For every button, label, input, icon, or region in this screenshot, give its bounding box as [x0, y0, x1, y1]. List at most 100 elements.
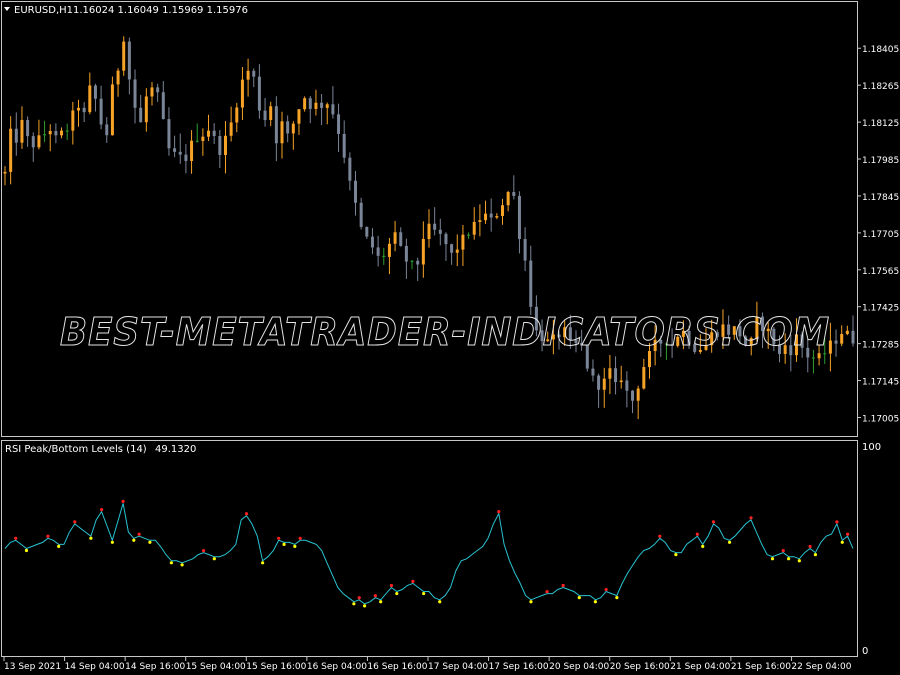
rsi-bottom-marker [261, 561, 265, 565]
time-axis-label: 21 Sep 16:00 [731, 662, 791, 672]
rsi-bottom-marker [212, 557, 216, 561]
candle-body [60, 130, 64, 136]
time-axis-label: 16 Sep 16:00 [367, 662, 427, 672]
rsi-bottom-marker [615, 596, 619, 600]
rsi-bottom-marker [438, 600, 442, 604]
price-axis-label: 1.17145 [862, 378, 899, 388]
candle-body [195, 140, 199, 142]
candle-body [399, 232, 403, 246]
candle-body [517, 195, 521, 240]
candle-body [314, 102, 318, 109]
candle-body [269, 106, 273, 121]
candle-body [122, 41, 126, 71]
rsi-bottom-marker [577, 596, 581, 600]
price-axis-label: 1.18125 [862, 119, 899, 129]
candle-body [376, 247, 380, 256]
candle-body [625, 380, 629, 391]
candle-body [280, 121, 284, 144]
candle-body [387, 243, 391, 257]
candle-body [110, 84, 114, 136]
candle-body [105, 124, 109, 136]
price-axis-label: 1.17425 [862, 304, 899, 314]
rsi-bottom-marker [422, 591, 426, 596]
candle-body [834, 340, 838, 344]
candle-body [811, 357, 815, 359]
rsi-peak-marker [711, 520, 716, 524]
candle-body [76, 107, 80, 111]
rsi-peak-marker [411, 579, 415, 583]
price-axis-label: 1.17565 [862, 267, 899, 277]
rsi-bottom-marker [169, 561, 173, 565]
candle-body [246, 70, 250, 80]
rsi-peak-marker [389, 583, 394, 588]
rsi-peak-marker [73, 520, 77, 524]
candle-body [31, 136, 35, 148]
price-axis-label: 1.18405 [862, 45, 899, 55]
candle-body [161, 92, 165, 120]
candle-body [331, 104, 335, 115]
candle-body [144, 96, 148, 123]
rsi-peak-marker [846, 532, 850, 536]
rsi-bottom-marker [282, 542, 286, 546]
indicator-level-max: 100 [862, 442, 881, 453]
rsi-bottom-marker [148, 540, 152, 544]
candle-body [190, 140, 194, 161]
rsi-bottom-marker [813, 553, 818, 557]
time-axis-label: 20 Sep 04:00 [549, 662, 609, 672]
candle-body [71, 110, 75, 131]
candle-body [461, 234, 465, 250]
rsi-peak-marker [100, 508, 104, 512]
candle-body [235, 107, 239, 123]
candle-body [9, 128, 13, 172]
candle-body [444, 233, 448, 245]
candle-body [393, 232, 397, 244]
rsi-bottom-marker [24, 548, 29, 553]
candle-body [207, 130, 211, 137]
time-axis-label: 14 Sep 04:00 [65, 662, 125, 672]
candle-body [382, 255, 386, 257]
candle-body [495, 215, 499, 218]
candle-body [201, 136, 205, 141]
rsi-peak-marker [497, 510, 501, 514]
candle-body [43, 134, 47, 136]
candle-body [608, 368, 612, 379]
candle-body [421, 238, 425, 265]
rsi-peak-marker [137, 532, 141, 536]
metatrader-chart[interactable]: 1.18405 1.18265 1.18125 1.17985 1.17845 1.177… [0, 0, 900, 675]
candle-body [365, 226, 369, 237]
candle-body [489, 213, 493, 218]
candle-body [212, 130, 216, 137]
price-axis-label: 1.18265 [862, 82, 899, 92]
rsi-peak-marker [121, 499, 125, 503]
rsi-bottom-marker [362, 604, 367, 608]
candle-body [223, 135, 227, 155]
candle-body [342, 133, 346, 158]
rsi-bottom-marker [529, 600, 533, 604]
candle-body [252, 70, 256, 77]
rsi-bottom-marker [352, 602, 356, 606]
candle-body [26, 119, 30, 137]
candle-body [178, 151, 182, 155]
price-axis-label: 1.17845 [862, 193, 899, 203]
rsi-bottom-marker [395, 591, 399, 596]
rsi-peak-marker [781, 549, 785, 553]
candle-body [523, 239, 527, 261]
candle-body [512, 192, 516, 196]
candle-body [291, 123, 295, 134]
candle-body [427, 223, 431, 239]
price-axis-label: 1.17705 [862, 230, 899, 240]
candle-body [286, 121, 290, 134]
time-axis-label: 13 Sep 2021 [4, 662, 61, 672]
candle-body [467, 234, 471, 236]
candle-body [359, 202, 363, 227]
candle-body [218, 136, 222, 155]
candle-body [263, 110, 267, 121]
candle-body [303, 98, 307, 110]
price-axis-label: 1.17985 [862, 156, 899, 166]
candle-body [20, 119, 24, 143]
candle-body [54, 131, 58, 136]
rsi-bottom-marker [293, 544, 297, 549]
candle-body [150, 87, 154, 97]
candle-body [274, 106, 278, 144]
time-axis-label: 14 Sep 16:00 [125, 662, 185, 672]
